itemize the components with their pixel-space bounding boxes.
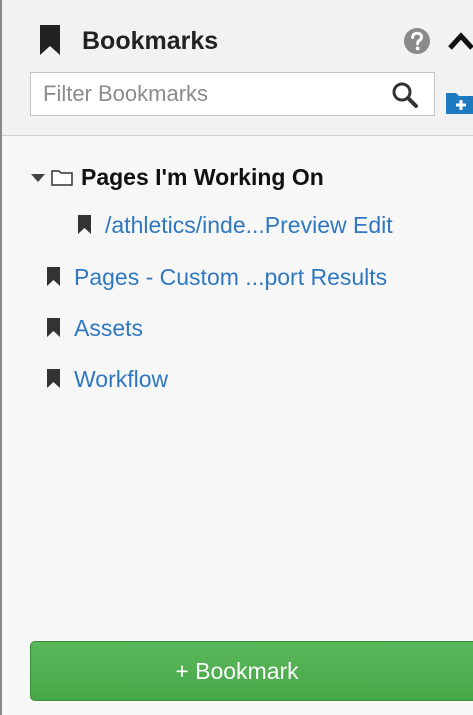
triangle-down-icon[interactable]	[30, 173, 46, 183]
folder-icon	[51, 170, 73, 186]
folder-label: Pages I'm Working On	[81, 164, 324, 190]
bookmark-icon	[40, 25, 60, 55]
bookmark-icon	[47, 369, 60, 388]
chevron-up-icon[interactable]	[446, 29, 473, 53]
bookmark-link[interactable]: Assets	[74, 313, 143, 343]
bookmark-icon	[47, 318, 60, 337]
help-icon[interactable]	[403, 27, 431, 55]
bookmark-link[interactable]: Pages - Custom ...port Results	[74, 262, 387, 292]
add-bookmark-button[interactable]: + Bookmark	[30, 641, 473, 701]
bookmark-icon	[47, 267, 60, 286]
bookmark-link[interactable]: /athletics/inde...Preview Edit	[105, 210, 393, 240]
search-icon[interactable]	[391, 81, 419, 109]
bookmark-icon	[78, 215, 91, 234]
filter-bookmarks-input[interactable]	[31, 73, 371, 115]
bookmarks-panel: Bookmarks P	[0, 0, 473, 715]
add-bookmark-label: + Bookmark	[175, 658, 299, 684]
panel-header: Bookmarks	[2, 0, 473, 136]
filter-bookmarks-field[interactable]	[30, 72, 435, 116]
panel-title: Bookmarks	[82, 27, 219, 55]
bookmark-link[interactable]: Workflow	[74, 364, 168, 394]
new-folder-icon[interactable]	[444, 87, 473, 115]
